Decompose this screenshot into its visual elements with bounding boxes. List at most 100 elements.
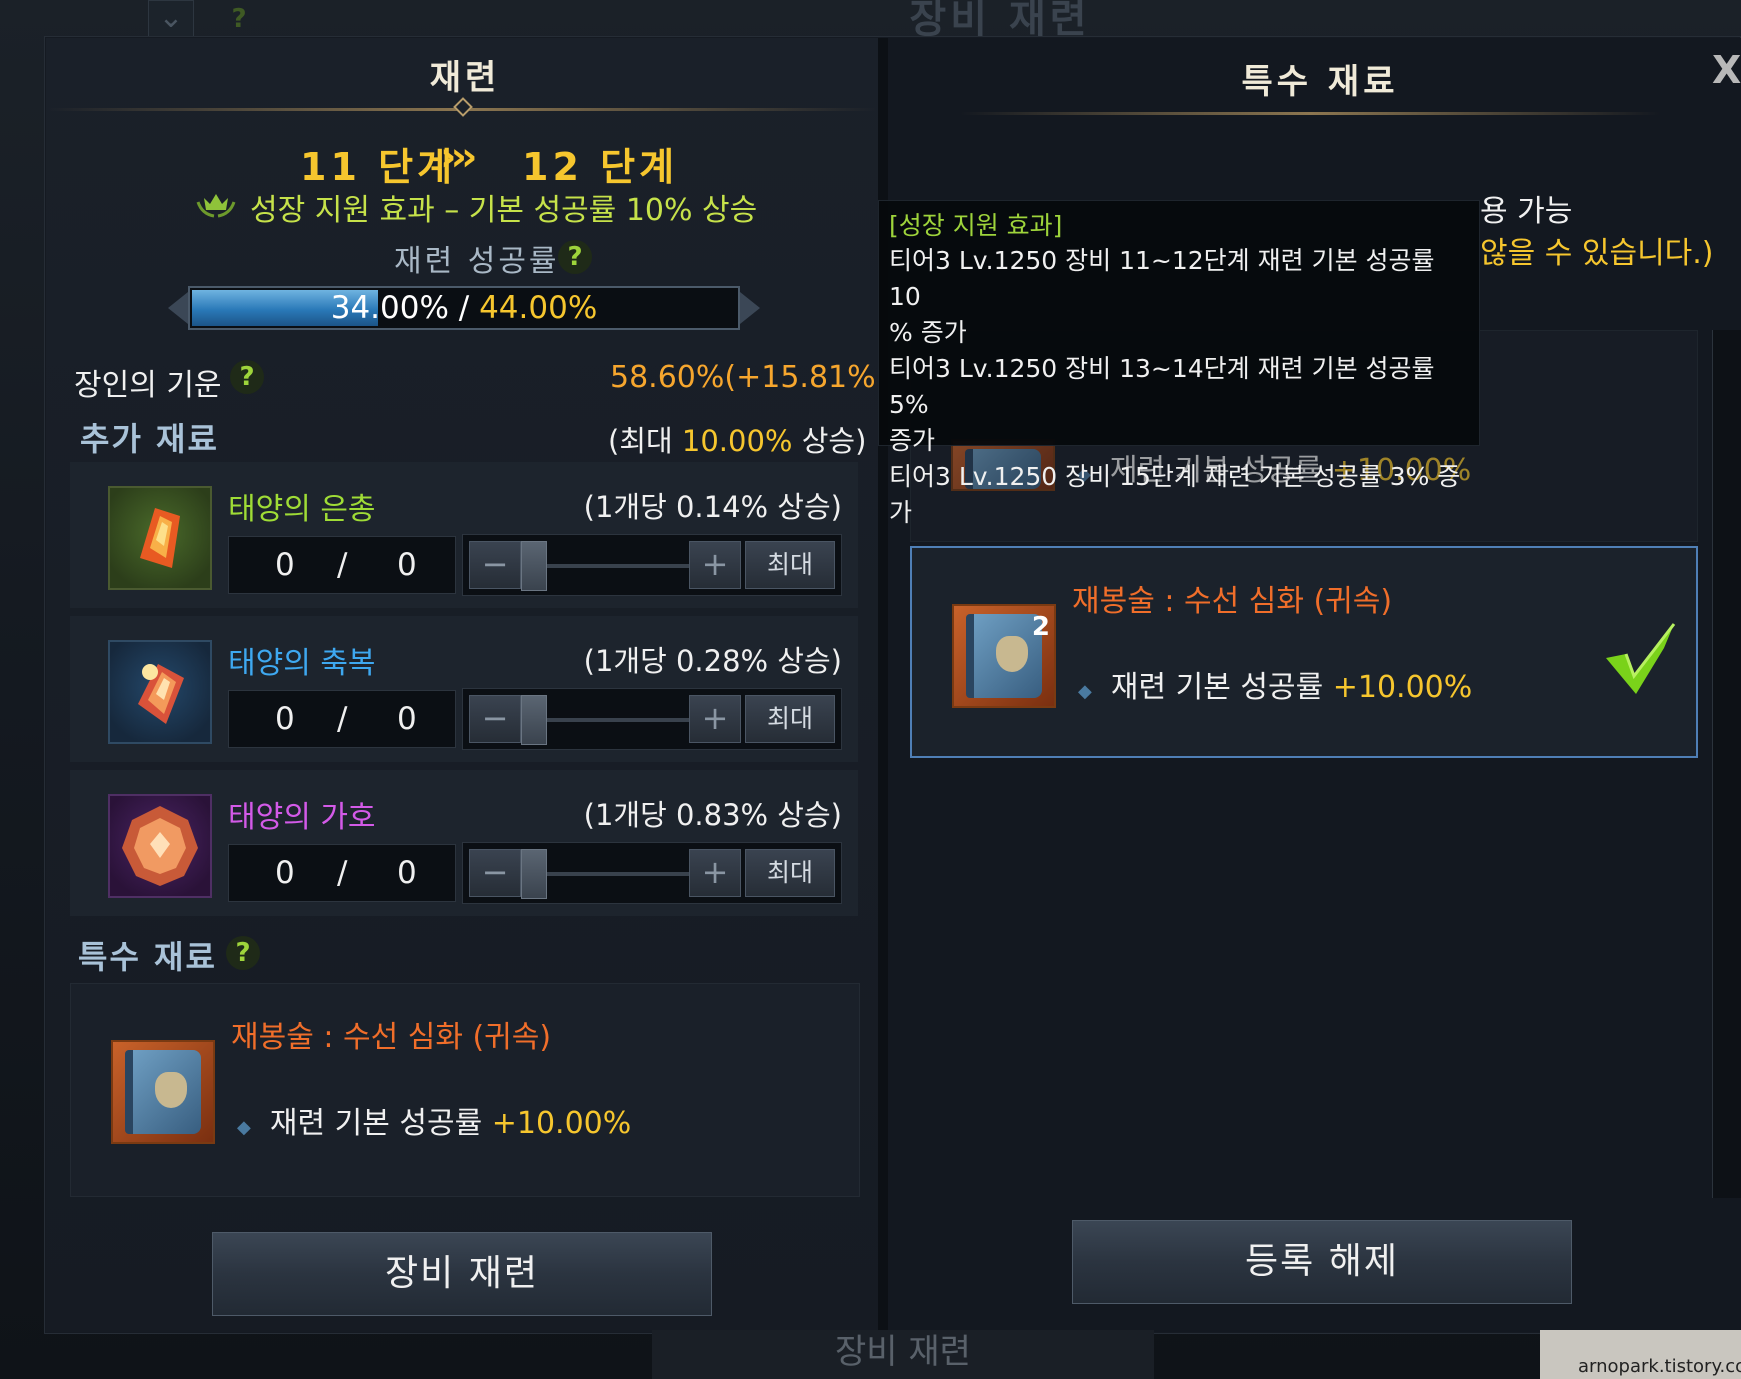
watermark: arnopark.tistory.com bbox=[1578, 1356, 1741, 1377]
question-circle-icon[interactable]: ? bbox=[226, 936, 260, 970]
sun-blessing-icon bbox=[108, 640, 212, 744]
minus-button[interactable]: − bbox=[469, 541, 521, 589]
stage-to: 12 단계 bbox=[522, 145, 679, 189]
slider-track bbox=[523, 872, 695, 876]
bar-cap-right bbox=[740, 292, 760, 324]
tooltip-line: 증가 bbox=[889, 426, 936, 455]
triple-chevron-right-icon: ››› bbox=[440, 134, 478, 180]
material-row-blessing: 태양의 축복 (1개당 0.28% 상승) 0 / 0 − + 최대 bbox=[70, 616, 858, 762]
special-material-effect: ◆ 재련 기본 성공률 +10.00% bbox=[237, 1098, 631, 1142]
book-icon: 2 bbox=[952, 604, 1056, 708]
tab-ornament-line bbox=[960, 112, 1660, 115]
max-button[interactable]: 최대 bbox=[745, 541, 835, 589]
bullet-icon: ◆ bbox=[1078, 681, 1092, 702]
growth-effect-tooltip: [성장 지원 효과] 티어3 Lv.1250 장비 11~12단계 재련 기본 … bbox=[878, 200, 1480, 527]
slider-thumb[interactable] bbox=[521, 541, 547, 591]
growth-effect-text: 성장 지원 효과 – 기본 성공률 10% 상승 bbox=[250, 193, 758, 228]
book-emblem bbox=[996, 636, 1028, 672]
scrollbar[interactable] bbox=[1712, 330, 1741, 1198]
additional-materials-note: (최대 10.00% 상승) bbox=[608, 418, 866, 460]
stage-from: 11 단계 bbox=[300, 145, 457, 189]
quantity-display: 0 / 0 bbox=[228, 844, 456, 902]
effect-value: +10.00% bbox=[1332, 670, 1473, 705]
artisan-energy-label: 장인의 기운 bbox=[74, 368, 222, 403]
rate-separator: / bbox=[448, 290, 480, 326]
crown-wreath-icon bbox=[196, 194, 236, 218]
sun-protection-icon bbox=[108, 794, 212, 898]
tooltip-line: 티어3 Lv.1250 장비 13~14단계 재련 기본 성공률 5% bbox=[889, 354, 1435, 419]
material-name: 태양의 가호 bbox=[228, 800, 376, 835]
material-row-protection: 태양의 가호 (1개당 0.83% 상승) 0 / 0 − + 최대 bbox=[70, 770, 858, 916]
plus-button[interactable]: + bbox=[689, 541, 741, 589]
quantity-value: 0 bbox=[275, 855, 295, 891]
check-mark-icon bbox=[1606, 623, 1676, 694]
success-rate-bar: 34.00% / 44.00% bbox=[168, 278, 760, 338]
question-circle-icon[interactable]: ? bbox=[558, 240, 592, 274]
minus-button[interactable]: − bbox=[469, 849, 521, 897]
tab-special-materials[interactable]: 특수 재료 bbox=[1170, 54, 1470, 103]
background-refine-button: 장비 재련 bbox=[652, 1330, 1154, 1379]
quantity-value: 0 bbox=[275, 547, 295, 583]
tooltip-header: [성장 지원 효과] bbox=[889, 211, 1063, 240]
registered-special-material[interactable]: 재봉술 : 수선 심화 (귀속) ◆ 재련 기본 성공률 +10.00% bbox=[70, 983, 860, 1197]
special-materials-title: 특수 재료 bbox=[78, 938, 217, 976]
plus-button[interactable]: + bbox=[689, 695, 741, 743]
effect-value: +10.00% bbox=[491, 1106, 632, 1141]
tooltip-line: % 증가 bbox=[889, 318, 967, 347]
owned-value: 0 bbox=[397, 547, 417, 583]
note-value: 10.00% bbox=[681, 424, 793, 458]
special-material-name: 재봉술 : 수선 심화 (귀속) bbox=[231, 1020, 552, 1055]
quantity-separator: / bbox=[337, 701, 348, 737]
note-suffix: 상승) bbox=[792, 424, 867, 458]
max-button[interactable]: 최대 bbox=[745, 849, 835, 897]
quantity-slider: − + 최대 bbox=[462, 842, 842, 904]
material-desc: (1개당 0.14% 상승) bbox=[583, 490, 842, 524]
additional-materials-title: 추가 재료 bbox=[80, 420, 219, 458]
quantity-display: 0 / 0 bbox=[228, 690, 456, 748]
close-icon[interactable]: X bbox=[1712, 48, 1741, 92]
note-prefix: (최대 bbox=[608, 424, 682, 458]
notice-line-1: 용 가능 bbox=[1480, 194, 1573, 229]
slider-thumb[interactable] bbox=[521, 849, 547, 899]
quantity-slider: − + 최대 bbox=[462, 688, 842, 750]
quantity-display: 0 / 0 bbox=[228, 536, 456, 594]
quantity-slider: − + 최대 bbox=[462, 534, 842, 596]
tooltip-line: 티어3 Lv.1250 장비 15단계 재련 기본 성공률 3% 증가 bbox=[889, 462, 1461, 527]
unregister-button[interactable]: 등록 해제 bbox=[1072, 1220, 1572, 1304]
question-circle-icon[interactable]: ? bbox=[230, 360, 264, 394]
rate-max: 44.00% bbox=[479, 290, 598, 326]
book-emblem bbox=[155, 1072, 187, 1108]
card-name: 재봉술 : 수선 심화 (귀속) bbox=[1072, 584, 1393, 619]
slider-thumb[interactable] bbox=[521, 695, 547, 745]
quantity-separator: / bbox=[337, 547, 348, 583]
max-button[interactable]: 최대 bbox=[745, 695, 835, 743]
card-effect: ◆ 재련 기본 성공률 +10.00% bbox=[1078, 662, 1472, 706]
special-material-card-selected[interactable]: 2 재봉술 : 수선 심화 (귀속) ◆ 재련 기본 성공률 +10.00% bbox=[910, 546, 1698, 758]
plus-button[interactable]: + bbox=[689, 849, 741, 897]
material-name: 태양의 은총 bbox=[228, 492, 376, 527]
quantity-separator: / bbox=[337, 855, 348, 891]
tab-refine[interactable]: 재련 bbox=[310, 50, 620, 99]
book-cover bbox=[966, 614, 1042, 698]
chevron-down-icon: ⌄ bbox=[148, 0, 194, 38]
material-desc: (1개당 0.28% 상승) bbox=[583, 644, 842, 678]
bullet-icon: ◆ bbox=[237, 1117, 251, 1138]
owned-value: 0 bbox=[397, 701, 417, 737]
material-desc: (1개당 0.83% 상승) bbox=[583, 798, 842, 832]
owned-value: 0 bbox=[397, 855, 417, 891]
slider-track bbox=[523, 564, 695, 568]
success-rate-label: 재련 성공률 bbox=[394, 244, 560, 279]
effect-label: 재련 기본 성공률 bbox=[1110, 670, 1333, 705]
book-icon bbox=[111, 1040, 215, 1144]
slider-track bbox=[523, 718, 695, 722]
artisan-energy-value: 58.60%(+15.81%) bbox=[610, 360, 888, 395]
tooltip-line: 티어3 Lv.1250 장비 11~12단계 재련 기본 성공률 10 bbox=[889, 246, 1435, 311]
refine-button[interactable]: 장비 재련 bbox=[212, 1232, 712, 1316]
minus-button[interactable]: − bbox=[469, 695, 521, 743]
item-count: 2 bbox=[1031, 612, 1050, 642]
effect-label: 재련 기본 성공률 bbox=[269, 1106, 492, 1141]
bar-cap-left bbox=[168, 292, 188, 324]
quantity-value: 0 bbox=[275, 701, 295, 737]
notice-line-2: 않을 수 있습니다.) bbox=[1480, 236, 1714, 271]
bar-track: 34.00% / 44.00% bbox=[188, 286, 740, 330]
